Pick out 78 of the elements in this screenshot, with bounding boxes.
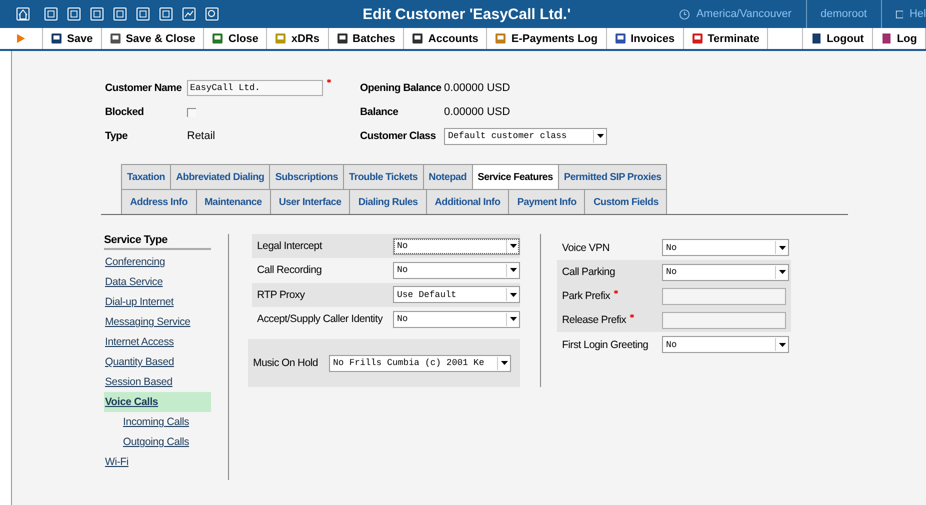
field-label: Balance xyxy=(360,106,400,118)
dropdown[interactable]: No xyxy=(662,239,789,256)
tab[interactable]: Subscriptions xyxy=(269,164,344,189)
play-icon[interactable] xyxy=(17,34,25,43)
tab[interactable]: Abbreviated Dialing xyxy=(170,164,270,189)
sidebar-item[interactable]: Outgoing Calls xyxy=(104,432,211,452)
sidebar-item[interactable]: Session Based xyxy=(104,372,211,392)
dropdown[interactable]: Use Default xyxy=(393,286,520,304)
dropdown[interactable]: No xyxy=(662,336,789,353)
sidebar-item[interactable]: Wi-Fi xyxy=(104,452,211,472)
user-name: demoroot xyxy=(820,8,867,20)
sidebar-item[interactable]: Conferencing xyxy=(104,252,211,272)
tab[interactable]: Notepad xyxy=(422,164,473,189)
caret-icon xyxy=(778,246,786,250)
search-icon[interactable] xyxy=(205,7,219,21)
sidebar-item[interactable]: Data Service xyxy=(104,272,211,292)
field-label: Type xyxy=(105,130,129,142)
input-field[interactable] xyxy=(662,288,786,304)
field-label: Call Parking xyxy=(562,266,616,278)
field-label: Accept/Supply Caller Identity xyxy=(257,313,384,326)
field-label: Customer Name xyxy=(105,82,183,94)
sidebar-title: Service Type xyxy=(104,234,211,250)
dropdown[interactable]: No Frills Cumbia (c) 2001 Ke xyxy=(329,354,511,372)
input-field[interactable] xyxy=(662,312,786,328)
field-label: Blocked xyxy=(105,106,145,118)
customer-name-field[interactable]: EasyCall Ltd. xyxy=(187,80,323,96)
balance-value: 0.00000 USD xyxy=(444,106,510,118)
tab[interactable]: Payment Info xyxy=(508,189,586,214)
field-label: Release Prefix xyxy=(562,314,626,326)
field-label: Customer Class xyxy=(360,130,437,142)
field-label: Music On Hold xyxy=(253,357,319,370)
tab[interactable]: Custom Fields xyxy=(584,189,668,214)
tab[interactable]: Permitted SIP Proxies xyxy=(558,164,668,189)
tab[interactable]: Taxation xyxy=(121,164,171,189)
caret-icon xyxy=(778,342,786,346)
dropdown[interactable]: No xyxy=(393,262,520,279)
dropdown[interactable]: No xyxy=(393,310,520,328)
field-label: First Login Greeting xyxy=(562,338,650,350)
home-icon[interactable] xyxy=(16,7,30,21)
caret-icon xyxy=(510,317,516,322)
dropdown[interactable]: No xyxy=(393,238,520,255)
clock-icon xyxy=(679,8,690,20)
field-label: Park Prefix xyxy=(562,290,610,302)
blocked-checkbox[interactable] xyxy=(187,108,196,116)
tab[interactable]: Trouble Tickets xyxy=(342,164,424,189)
required-icon xyxy=(630,314,634,318)
caret-icon xyxy=(510,292,516,297)
field-label: RTP Proxy xyxy=(257,288,306,301)
caret-icon xyxy=(778,270,786,274)
sidebar-item[interactable]: Incoming Calls xyxy=(104,412,211,432)
type-value: Retail xyxy=(187,130,216,142)
caret-icon xyxy=(510,268,516,272)
timezone-label: America/Vancouver xyxy=(696,8,792,20)
caret-icon xyxy=(596,134,604,138)
caret-icon xyxy=(500,361,508,366)
help-link[interactable]: Hel xyxy=(909,8,926,20)
tab[interactable]: Service Features xyxy=(472,164,559,189)
window-title: Edit Customer 'EasyCall Ltd.' xyxy=(362,6,572,22)
sidebar-item[interactable]: Quantity Based xyxy=(104,352,211,372)
tab[interactable]: Dialing Rules xyxy=(349,189,427,214)
chart-icon[interactable] xyxy=(182,7,196,21)
sidebar-item[interactable]: Messaging Service xyxy=(104,312,211,332)
tab[interactable]: Address Info xyxy=(121,189,197,214)
field-label: Voice VPN xyxy=(562,242,610,254)
tab[interactable]: Maintenance xyxy=(196,189,271,214)
customer-class-dropdown[interactable]: Default customer class xyxy=(444,128,607,144)
field-label: Legal Intercept xyxy=(257,240,324,252)
tab[interactable]: Additional Info xyxy=(426,189,510,214)
field-label: Opening Balance xyxy=(360,82,442,94)
tab[interactable]: User Interface xyxy=(270,189,350,214)
field-label: Call Recording xyxy=(257,264,323,276)
sidebar-item[interactable]: Voice Calls xyxy=(104,392,211,412)
sidebar-item[interactable]: Internet Access xyxy=(104,332,211,352)
caret-icon xyxy=(510,244,516,248)
dropdown[interactable]: No xyxy=(662,264,789,280)
balance-value: 0.00000 USD xyxy=(444,82,510,94)
sidebar-item[interactable]: Dial-up Internet xyxy=(104,292,211,312)
required-icon xyxy=(614,290,618,294)
